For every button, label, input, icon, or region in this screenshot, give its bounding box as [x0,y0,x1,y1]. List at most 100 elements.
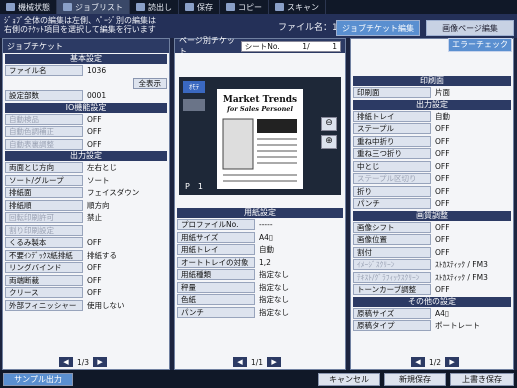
setting-value: 左右とじ [87,163,117,173]
prev-page-button[interactable]: ◀ [59,357,73,367]
setting-row: ステープル OFF [353,123,511,135]
setting-label[interactable]: 両面とじ方向 [5,162,83,174]
setting-label[interactable]: プロファイルNo. [177,219,255,231]
tab-copy[interactable]: コピー [220,0,269,14]
file-name-label[interactable]: ファイル名 [5,65,83,77]
next-page-button[interactable]: ▶ [93,357,108,367]
sheet-number-field[interactable]: シートNo. 1/ 1 [240,40,341,52]
print-side-label[interactable]: 印刷面 [353,87,431,99]
show-all-button[interactable]: 全表示 [132,77,167,89]
setting-label[interactable]: 外部フィニッシャー [5,299,83,311]
setting-label[interactable]: 割付 [353,246,431,258]
dept-value: 0001 [87,91,107,101]
setting-value: OFF [87,288,102,298]
page-ticket-panel: ページ別チケット シートNo. 1/ 1 ｵﾓﾃ Market Trends f… [174,36,346,370]
front-side-button[interactable]: ｵﾓﾃ [183,81,205,93]
setting-label[interactable]: 色紙 [177,294,255,306]
tab-job-list[interactable]: ジョブリスト [57,0,130,14]
next-page-button[interactable]: ▶ [267,357,282,367]
setting-label[interactable]: 排紙面 [5,187,83,199]
setting-value: OFF [87,127,102,137]
setting-row: 自動検品 OFF [5,113,167,126]
setting-label[interactable]: くるみ製本 [5,237,83,249]
setting-label[interactable]: 中とじ [353,160,431,172]
other-section-header: その他の設定 [353,296,511,307]
setting-label[interactable]: オートトレイの対象 [177,256,255,268]
setting-label[interactable]: 回転印刷許可 [5,212,83,224]
setting-label[interactable]: 用紙トレイ [177,244,255,256]
setting-row: トーンカーブ調整 OFF [353,284,511,296]
setting-label[interactable]: 自動検品 [5,113,83,125]
setting-label[interactable]: ソート/グループ [5,174,83,186]
setting-label[interactable]: 両端断裁 [5,274,83,286]
page-indicator: 1/3 [77,357,90,367]
setting-label[interactable]: 重ね三つ折り [353,148,431,160]
panel-title: ページ別チケット [179,36,235,56]
setting-value: 指定なし [259,282,289,292]
setting-label[interactable]: リングバインド [5,262,83,274]
setting-label[interactable]: 排紙順 [5,199,83,211]
footer-bar: サンプル出力 キャンセル 新規保存 上書き保存 [0,370,517,388]
setting-label[interactable]: ｲﾒｰｼﾞｽｸﾘｰﾝ [353,259,431,271]
setting-row: 重ね三つ折り OFF [353,148,511,160]
setting-label[interactable]: 折り [353,185,431,197]
setting-label[interactable]: パンチ [177,306,255,318]
tab-image-page-edit[interactable]: 画像ページ編集 [426,20,514,36]
overwrite-save-button[interactable]: 上書き保存 [450,373,514,386]
setting-label[interactable]: ﾃｷｽﾄ/ｸﾞﾗﾌｨｯｸｽｸﾘｰﾝ [353,271,431,283]
tab-save[interactable]: 保存 [179,0,220,14]
setting-value: 禁止 [87,213,102,223]
setting-value: フェイスダウン [87,188,140,198]
setting-label[interactable]: 用紙サイズ [177,231,255,243]
setting-value: 自動 [435,111,450,121]
setting-label[interactable]: ステープル区切り [353,173,431,185]
setting-row: クリース OFF [5,287,167,299]
setting-row: 不要ｲﾝﾃﾞｯｸｽ紙排紙 排紙する [5,249,167,262]
setting-label[interactable]: 割り印刷設定 [5,224,83,236]
error-check-button[interactable]: エラーチェック [448,38,512,52]
dept-label[interactable]: 設定部数 [5,90,83,102]
sample-output-button[interactable]: サンプル出力 [3,373,73,386]
prev-page-button[interactable]: ◀ [411,357,425,367]
setting-value: OFF [435,124,450,134]
setting-label[interactable]: 原稿サイズ [353,307,431,319]
setting-label[interactable]: 画像シフト [353,221,431,233]
zoom-in-icon[interactable]: ⊕ [321,135,337,149]
setting-label[interactable]: 自動表裏調整 [5,138,83,150]
setting-label[interactable]: 重ね中折り [353,135,431,147]
setting-value: OFF [87,139,102,149]
setting-value: 自動 [259,245,274,255]
setting-label[interactable]: ステープル [353,123,431,135]
back-side-button[interactable] [183,99,205,111]
setting-label[interactable]: トーンカーブ調整 [353,284,431,296]
setting-row: 折り OFF [353,185,511,198]
setting-row: 画像位置 OFF [353,234,511,246]
setting-label[interactable]: パンチ [353,198,431,210]
tab-scan[interactable]: スキャン [269,0,326,14]
setting-label[interactable]: 原稿タイプ [353,320,431,332]
tab-job-ticket-edit[interactable]: ジョブチケット編集 [336,20,420,36]
setting-row: パンチ OFF [353,198,511,210]
new-save-button[interactable]: 新規保存 [384,373,446,386]
tab-machine-status[interactable]: 機械状態 [0,0,57,14]
page-preview: ｵﾓﾃ Market Trends for Sales Personel ⊖ ⊕… [179,77,341,195]
setting-label[interactable]: 用紙種類 [177,269,255,281]
setting-label[interactable]: 不要ｲﾝﾃﾞｯｸｽ紙排紙 [5,249,83,261]
read-icon [136,3,145,11]
setting-label[interactable]: 排紙トレイ [353,110,431,122]
setting-row: 回転印刷許可 禁止 [5,212,167,224]
setting-row: くるみ製本 OFF [5,237,167,249]
setting-label[interactable]: クリース [5,287,83,299]
setting-label[interactable]: 秤量 [177,281,255,293]
setting-value: 順方向 [87,200,110,210]
cancel-button[interactable]: キャンセル [318,373,380,386]
setting-row: プロファイルNo. ----- [177,219,343,231]
job-list-icon [63,3,72,11]
next-page-button[interactable]: ▶ [445,357,460,367]
setting-row: 排紙順 順方向 [5,199,167,212]
prev-page-button[interactable]: ◀ [233,357,247,367]
zoom-out-icon[interactable]: ⊖ [321,117,337,131]
tab-read[interactable]: 読出し [130,0,179,14]
setting-label[interactable]: 自動色調補正 [5,126,83,138]
setting-label[interactable]: 画像位置 [353,234,431,246]
